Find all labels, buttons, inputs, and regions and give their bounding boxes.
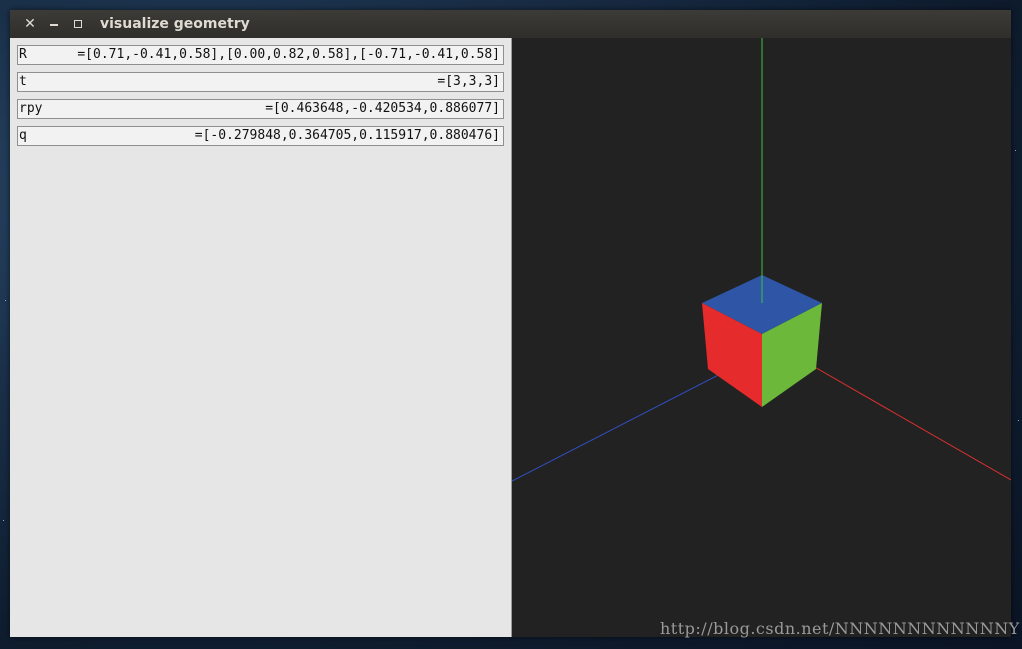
field-rpy[interactable]: rpy =[0.463648,-0.420534,0.886077] <box>17 99 504 119</box>
x-axis <box>791 353 1011 481</box>
watermark-text: http://blog.csdn.net/NNNNNNNNNNNNY <box>660 619 1020 638</box>
field-label: q <box>19 128 27 143</box>
3d-viewport[interactable] <box>512 38 1011 637</box>
z-axis <box>512 367 733 482</box>
field-label: t <box>19 74 27 89</box>
maximize-icon[interactable] <box>70 16 86 32</box>
field-value: =[-0.279848,0.364705,0.115917,0.880476] <box>194 128 500 143</box>
control-panel: R =[0.71,-0.41,0.58],[0.00,0.82,0.58],[-… <box>10 38 512 637</box>
field-value: =[3,3,3] <box>437 74 500 89</box>
field-q[interactable]: q =[-0.279848,0.364705,0.115917,0.880476… <box>17 126 504 146</box>
close-icon[interactable]: ✕ <box>22 16 38 32</box>
field-t[interactable]: t =[3,3,3] <box>17 72 504 92</box>
app-window: ✕ visualize geometry R =[0.71,-0.41,0.58… <box>10 10 1011 637</box>
field-value: =[0.463648,-0.420534,0.886077] <box>265 101 500 116</box>
scene-svg <box>512 38 1011 482</box>
field-label: rpy <box>19 101 43 116</box>
window-title: visualize geometry <box>100 16 250 32</box>
minimize-icon[interactable] <box>46 16 62 32</box>
field-value: =[0.71,-0.41,0.58],[0.00,0.82,0.58],[-0.… <box>77 47 500 62</box>
title-bar[interactable]: ✕ visualize geometry <box>10 10 1011 38</box>
field-r[interactable]: R =[0.71,-0.41,0.58],[0.00,0.82,0.58],[-… <box>17 45 504 65</box>
field-label: R <box>19 47 27 62</box>
